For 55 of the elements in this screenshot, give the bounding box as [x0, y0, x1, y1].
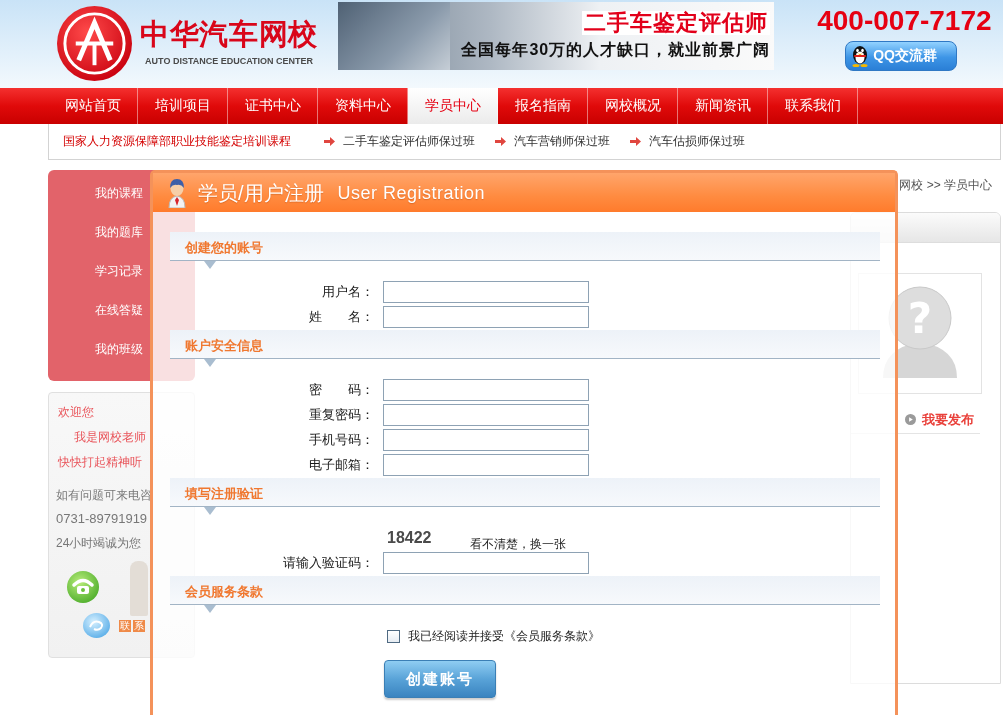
agreement-text: 我已经阅读并接受《会员服务条款》	[408, 627, 600, 645]
publish-link[interactable]: 我要发布	[922, 410, 974, 429]
contact-phone: 0731-89791919	[56, 510, 148, 528]
field-label: 手机号码：	[308, 431, 374, 449]
input-field[interactable]	[383, 404, 589, 426]
chat-icon	[83, 613, 110, 638]
input-field[interactable]	[383, 429, 589, 451]
banner-slogan: 全国每年30万的人才缺口，就业前景广阔	[461, 41, 771, 59]
section-title: 账户安全信息	[185, 339, 263, 353]
welcome-text: 欢迎您	[58, 404, 94, 421]
field-label: 重复密码：	[308, 406, 374, 424]
field-label: 电子邮箱：	[308, 456, 374, 474]
contact-tile: 系	[133, 620, 145, 632]
nav-tab[interactable]: 学员中心	[408, 88, 498, 124]
penguin-icon	[851, 45, 870, 67]
section-title: 会员服务条款	[185, 585, 263, 599]
dialog-title: 学员/用户注册	[198, 180, 324, 205]
arrow-icon	[630, 137, 641, 146]
arrow-icon	[495, 137, 506, 146]
captcha-code: 18422	[387, 529, 432, 547]
input-field[interactable]	[383, 281, 589, 303]
input-field[interactable]	[383, 552, 589, 574]
arrow-icon	[324, 137, 335, 146]
user-icon	[165, 177, 189, 208]
person-placeholder	[130, 561, 148, 616]
contact-tile: 联	[119, 620, 131, 632]
field-label: 密 码：	[308, 381, 374, 399]
input-field[interactable]	[383, 454, 589, 476]
input-field[interactable]	[383, 379, 589, 401]
qq-group-button[interactable]: QQ交流群	[845, 41, 958, 71]
course-link[interactable]: 二手车鉴定评估师保过班	[343, 133, 475, 150]
field-label: 请输入验证码：	[282, 554, 374, 572]
section-title: 创建您的账号	[185, 241, 263, 255]
field-label: 姓 名：	[308, 308, 374, 326]
logo-icon	[57, 6, 132, 81]
banner-title: 二手车鉴定评估师	[582, 11, 771, 35]
course-link[interactable]: 汽车估损师保过班	[649, 133, 745, 150]
hotline-number: 400-007-7172	[817, 6, 992, 36]
play-icon	[905, 414, 916, 425]
refresh-link[interactable]: 看不清楚，换一张	[469, 537, 566, 551]
create-account-button[interactable]: 创建账号	[384, 660, 496, 698]
phone-icon	[67, 571, 99, 603]
teacher-text: 我是网校老师	[74, 429, 146, 446]
course-link[interactable]: 汽车营销师保过班	[514, 133, 610, 150]
input-field[interactable]	[383, 306, 589, 328]
breadcrumb: 网校 >> 学员中心	[899, 177, 992, 193]
motto-text: 快快打起精神听	[58, 454, 142, 471]
checkbox[interactable]	[387, 629, 400, 643]
service-text: 24小时竭诚为您	[56, 535, 142, 552]
field-label: 用户名：	[321, 283, 374, 301]
dialog-subtitle: User Registration	[337, 181, 486, 204]
section-title: 填写注册验证	[185, 487, 263, 501]
course-title: 国家人力资源保障部职业技能鉴定培训课程	[63, 133, 291, 150]
logo-title: 中华汽车网校	[140, 17, 319, 51]
logo-subtitle: AUTO DISTANCE EDUCATION CENTER	[145, 56, 314, 67]
